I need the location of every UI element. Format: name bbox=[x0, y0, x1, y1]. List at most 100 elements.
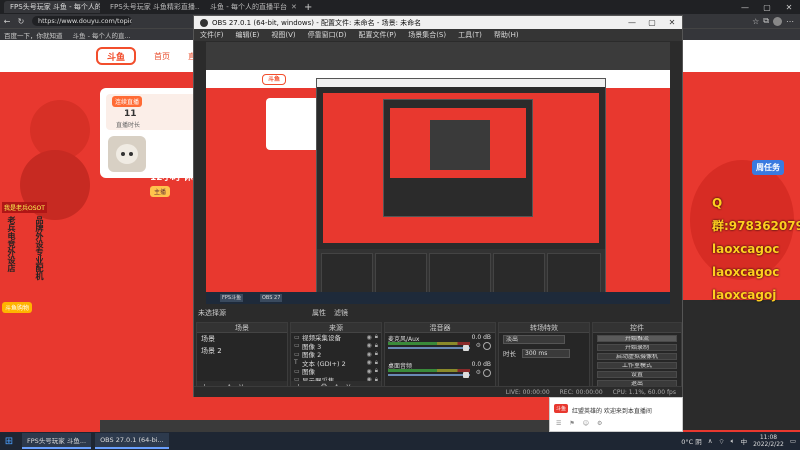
streamer-badge: 主播 bbox=[150, 186, 171, 197]
refresh-icon[interactable]: ↻ bbox=[14, 14, 28, 28]
transition-select[interactable]: 淡出 bbox=[503, 335, 565, 344]
input-method[interactable]: 中 bbox=[741, 436, 748, 446]
promo-banner-text: 老兵电竞外设店 bbox=[7, 216, 16, 272]
extensions-icon[interactable]: ⧉ bbox=[763, 16, 769, 26]
eye-icon[interactable]: ◉ bbox=[367, 368, 372, 375]
rec-timer: REC: 00:00:00 bbox=[559, 388, 603, 396]
scene-item[interactable]: 场景 2 bbox=[197, 345, 287, 357]
new-tab-button[interactable]: + bbox=[304, 2, 312, 13]
bookmark-item[interactable]: 百度一下，你就知道 bbox=[4, 30, 63, 40]
channel-db: 0.0 dB bbox=[471, 361, 491, 368]
clock[interactable]: 11:08 2022/2/22 bbox=[753, 434, 784, 448]
menu-tools[interactable]: 工具(T) bbox=[458, 30, 482, 40]
eye-icon[interactable]: ◉ bbox=[367, 342, 372, 349]
lock-icon[interactable]: 🔒︎ bbox=[375, 367, 378, 375]
bookmark-item[interactable]: 斗鱼 - 每个人的直... bbox=[73, 30, 131, 40]
menu-file[interactable]: 文件(F) bbox=[200, 30, 224, 40]
settings-icon[interactable]: ⚙ bbox=[597, 420, 602, 427]
obs-window-controls: — ▢ ✕ bbox=[622, 16, 682, 29]
maximize-icon[interactable]: ▢ bbox=[642, 16, 662, 29]
gear-icon[interactable]: ⚙ bbox=[476, 342, 481, 349]
chevron-up-icon[interactable]: ∧ bbox=[708, 437, 713, 445]
browser-tab[interactable]: 斗鱼 - 每个人的直播平台 ✕ bbox=[204, 1, 300, 13]
volume-meter bbox=[388, 342, 470, 345]
minimize-icon[interactable]: — bbox=[622, 16, 642, 29]
eye-icon[interactable]: ◉ bbox=[367, 359, 372, 366]
star-icon[interactable]: ☆ bbox=[752, 17, 759, 26]
duration-input[interactable]: 300 ms bbox=[522, 348, 570, 358]
source-type-icon: ▭ bbox=[294, 342, 300, 350]
mute-button[interactable] bbox=[483, 369, 491, 377]
taskbar-app-browser[interactable]: FPS头号玩家 斗鱼... bbox=[22, 433, 92, 449]
volume-fader[interactable] bbox=[388, 374, 470, 376]
volume-icon[interactable]: 🔈︎ bbox=[731, 437, 735, 446]
lock-icon[interactable]: 🔒︎ bbox=[375, 359, 378, 367]
url-input[interactable]: https://www.douyu.com/topic/FPSdnz bbox=[32, 16, 132, 26]
preview-nested-obs bbox=[316, 78, 606, 301]
menu-docks[interactable]: 停靠窗口(D) bbox=[308, 30, 347, 40]
more-icon[interactable]: ⋯ bbox=[786, 17, 794, 26]
controls-dock: 控件 开始推流 开始录制 启动虚拟摄像机 工作室模式 设置 退出 bbox=[592, 322, 682, 392]
browser-tab-label: 斗鱼 - 每个人的直播平台 bbox=[210, 3, 287, 11]
volume-fader[interactable] bbox=[388, 347, 470, 349]
lock-icon[interactable]: 🔒︎ bbox=[375, 342, 378, 350]
clock-date: 2022/2/22 bbox=[753, 441, 784, 448]
volume-slider-handle[interactable] bbox=[463, 372, 469, 378]
start-streaming-button[interactable]: 开始推流 bbox=[597, 334, 677, 342]
dock-title: 控件 bbox=[593, 323, 681, 333]
close-icon[interactable]: ✕ bbox=[778, 0, 800, 14]
windows-taskbar: ⊞ FPS头号玩家 斗鱼... OBS 27.0.1 (64-bi... 0°C… bbox=[0, 432, 800, 450]
scene-item[interactable]: 场景 bbox=[197, 333, 287, 345]
eye-icon[interactable]: ◉ bbox=[367, 334, 372, 341]
studio-mode-button[interactable]: 工作室模式 bbox=[597, 361, 677, 369]
volume-slider-handle[interactable] bbox=[463, 345, 469, 351]
notification-badge: 斗鱼 bbox=[554, 404, 569, 413]
profile-avatar[interactable] bbox=[773, 16, 782, 26]
back-icon[interactable]: ← bbox=[0, 14, 14, 28]
weekly-task-tag[interactable]: 周任务 bbox=[752, 160, 784, 175]
eye-icon[interactable]: ◉ bbox=[367, 351, 372, 358]
promo-banner-button[interactable]: 斗鱼购物 bbox=[2, 302, 33, 313]
gear-icon[interactable]: ⚙ bbox=[476, 369, 481, 376]
douyu-logo[interactable]: 斗鱼 bbox=[96, 47, 136, 65]
settings-button[interactable]: 设置 bbox=[597, 370, 677, 378]
chat-icon[interactable]: ☰ bbox=[556, 420, 561, 427]
notification-center-icon[interactable]: ▭ bbox=[790, 437, 796, 445]
overlay-line: Q群:978362079 bbox=[712, 196, 800, 233]
streamer-avatar[interactable] bbox=[108, 136, 146, 172]
browser-tab-label: FPS头号玩家 斗鱼精彩直播... bbox=[110, 3, 200, 11]
properties-button[interactable]: 属性 bbox=[312, 308, 326, 318]
close-icon[interactable]: ✕ bbox=[291, 3, 297, 11]
start-recording-button[interactable]: 开始录制 bbox=[597, 343, 677, 351]
lock-icon[interactable]: 🔒︎ bbox=[375, 333, 378, 341]
gift-icon[interactable]: ⚑ bbox=[569, 420, 574, 427]
preview-logo: 斗鱼 bbox=[262, 74, 286, 85]
browser-window-controls: — ▢ ✕ bbox=[734, 0, 800, 14]
filters-button[interactable]: 滤镜 bbox=[334, 308, 348, 318]
close-icon[interactable]: ✕ bbox=[662, 16, 682, 29]
menu-view[interactable]: 视图(V) bbox=[271, 30, 295, 40]
chat-notification[interactable]: 斗鱼 红盟英雄的 欢迎来到本直播间 ☰ ⚑ ☺ ⚙ bbox=[549, 397, 683, 432]
menu-help[interactable]: 帮助(H) bbox=[494, 30, 519, 40]
nav-home[interactable]: 首页 bbox=[154, 51, 170, 62]
mute-button[interactable] bbox=[483, 342, 491, 350]
obs-preview-canvas[interactable]: 斗鱼 FPS斗鱼 OBS 27 bbox=[206, 42, 670, 304]
promo-banner-text: 品牌外设专业配机 bbox=[35, 216, 44, 280]
weather-widget[interactable]: 0°C 阴 bbox=[681, 436, 702, 446]
browser-tab-active[interactable]: FPS头号玩家 斗鱼 - 每个人的直播平台 ✕ bbox=[4, 1, 100, 13]
browser-tab[interactable]: FPS头号玩家 斗鱼精彩直播... ✕ bbox=[104, 1, 200, 13]
menu-scene-collection[interactable]: 场景集合(S) bbox=[408, 30, 446, 40]
taskbar-app-obs[interactable]: OBS 27.0.1 (64-bi... bbox=[95, 433, 169, 449]
menu-profile[interactable]: 配置文件(P) bbox=[359, 30, 397, 40]
menu-edit[interactable]: 编辑(E) bbox=[236, 30, 260, 40]
lock-icon[interactable]: 🔒︎ bbox=[375, 350, 378, 358]
minimize-icon[interactable]: — bbox=[734, 0, 756, 14]
network-icon[interactable]: ⌔ bbox=[719, 437, 725, 446]
windows-start-icon[interactable]: ⊞ bbox=[0, 432, 18, 450]
dock-title: 场景 bbox=[197, 323, 287, 333]
start-virtual-camera-button[interactable]: 启动虚拟摄像机 bbox=[597, 352, 677, 360]
obs-title-text: OBS 27.0.1 (64-bit, windows) - 配置文件: 未命名… bbox=[212, 18, 422, 27]
preview-taskbar: FPS斗鱼 OBS 27 bbox=[206, 292, 670, 304]
emoji-icon[interactable]: ☺ bbox=[583, 420, 589, 427]
maximize-icon[interactable]: ▢ bbox=[756, 0, 778, 14]
